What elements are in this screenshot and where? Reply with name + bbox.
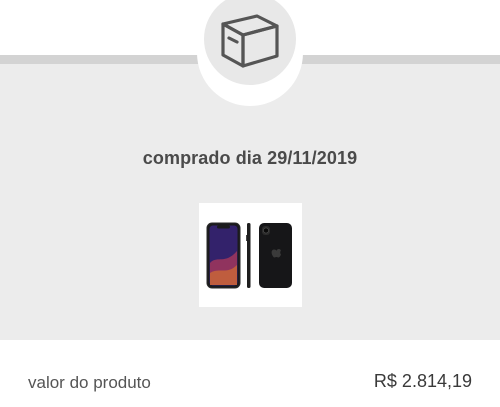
product-value-row: valor do produto R$ 2.814,19 <box>0 366 500 396</box>
product-value-amount: R$ 2.814,19 <box>373 371 472 391</box>
purchase-date: comprado dia 29/11/2019 <box>142 148 358 168</box>
smartphone-product-image <box>206 222 292 289</box>
product-image[interactable] <box>199 203 302 307</box>
box-icon-badge <box>197 0 303 106</box>
box-icon <box>221 14 279 68</box>
order-detail-page: comprado dia 29/11/2019 valor do produto… <box>0 0 500 407</box>
product-value-label: valor do produto <box>28 373 151 392</box>
